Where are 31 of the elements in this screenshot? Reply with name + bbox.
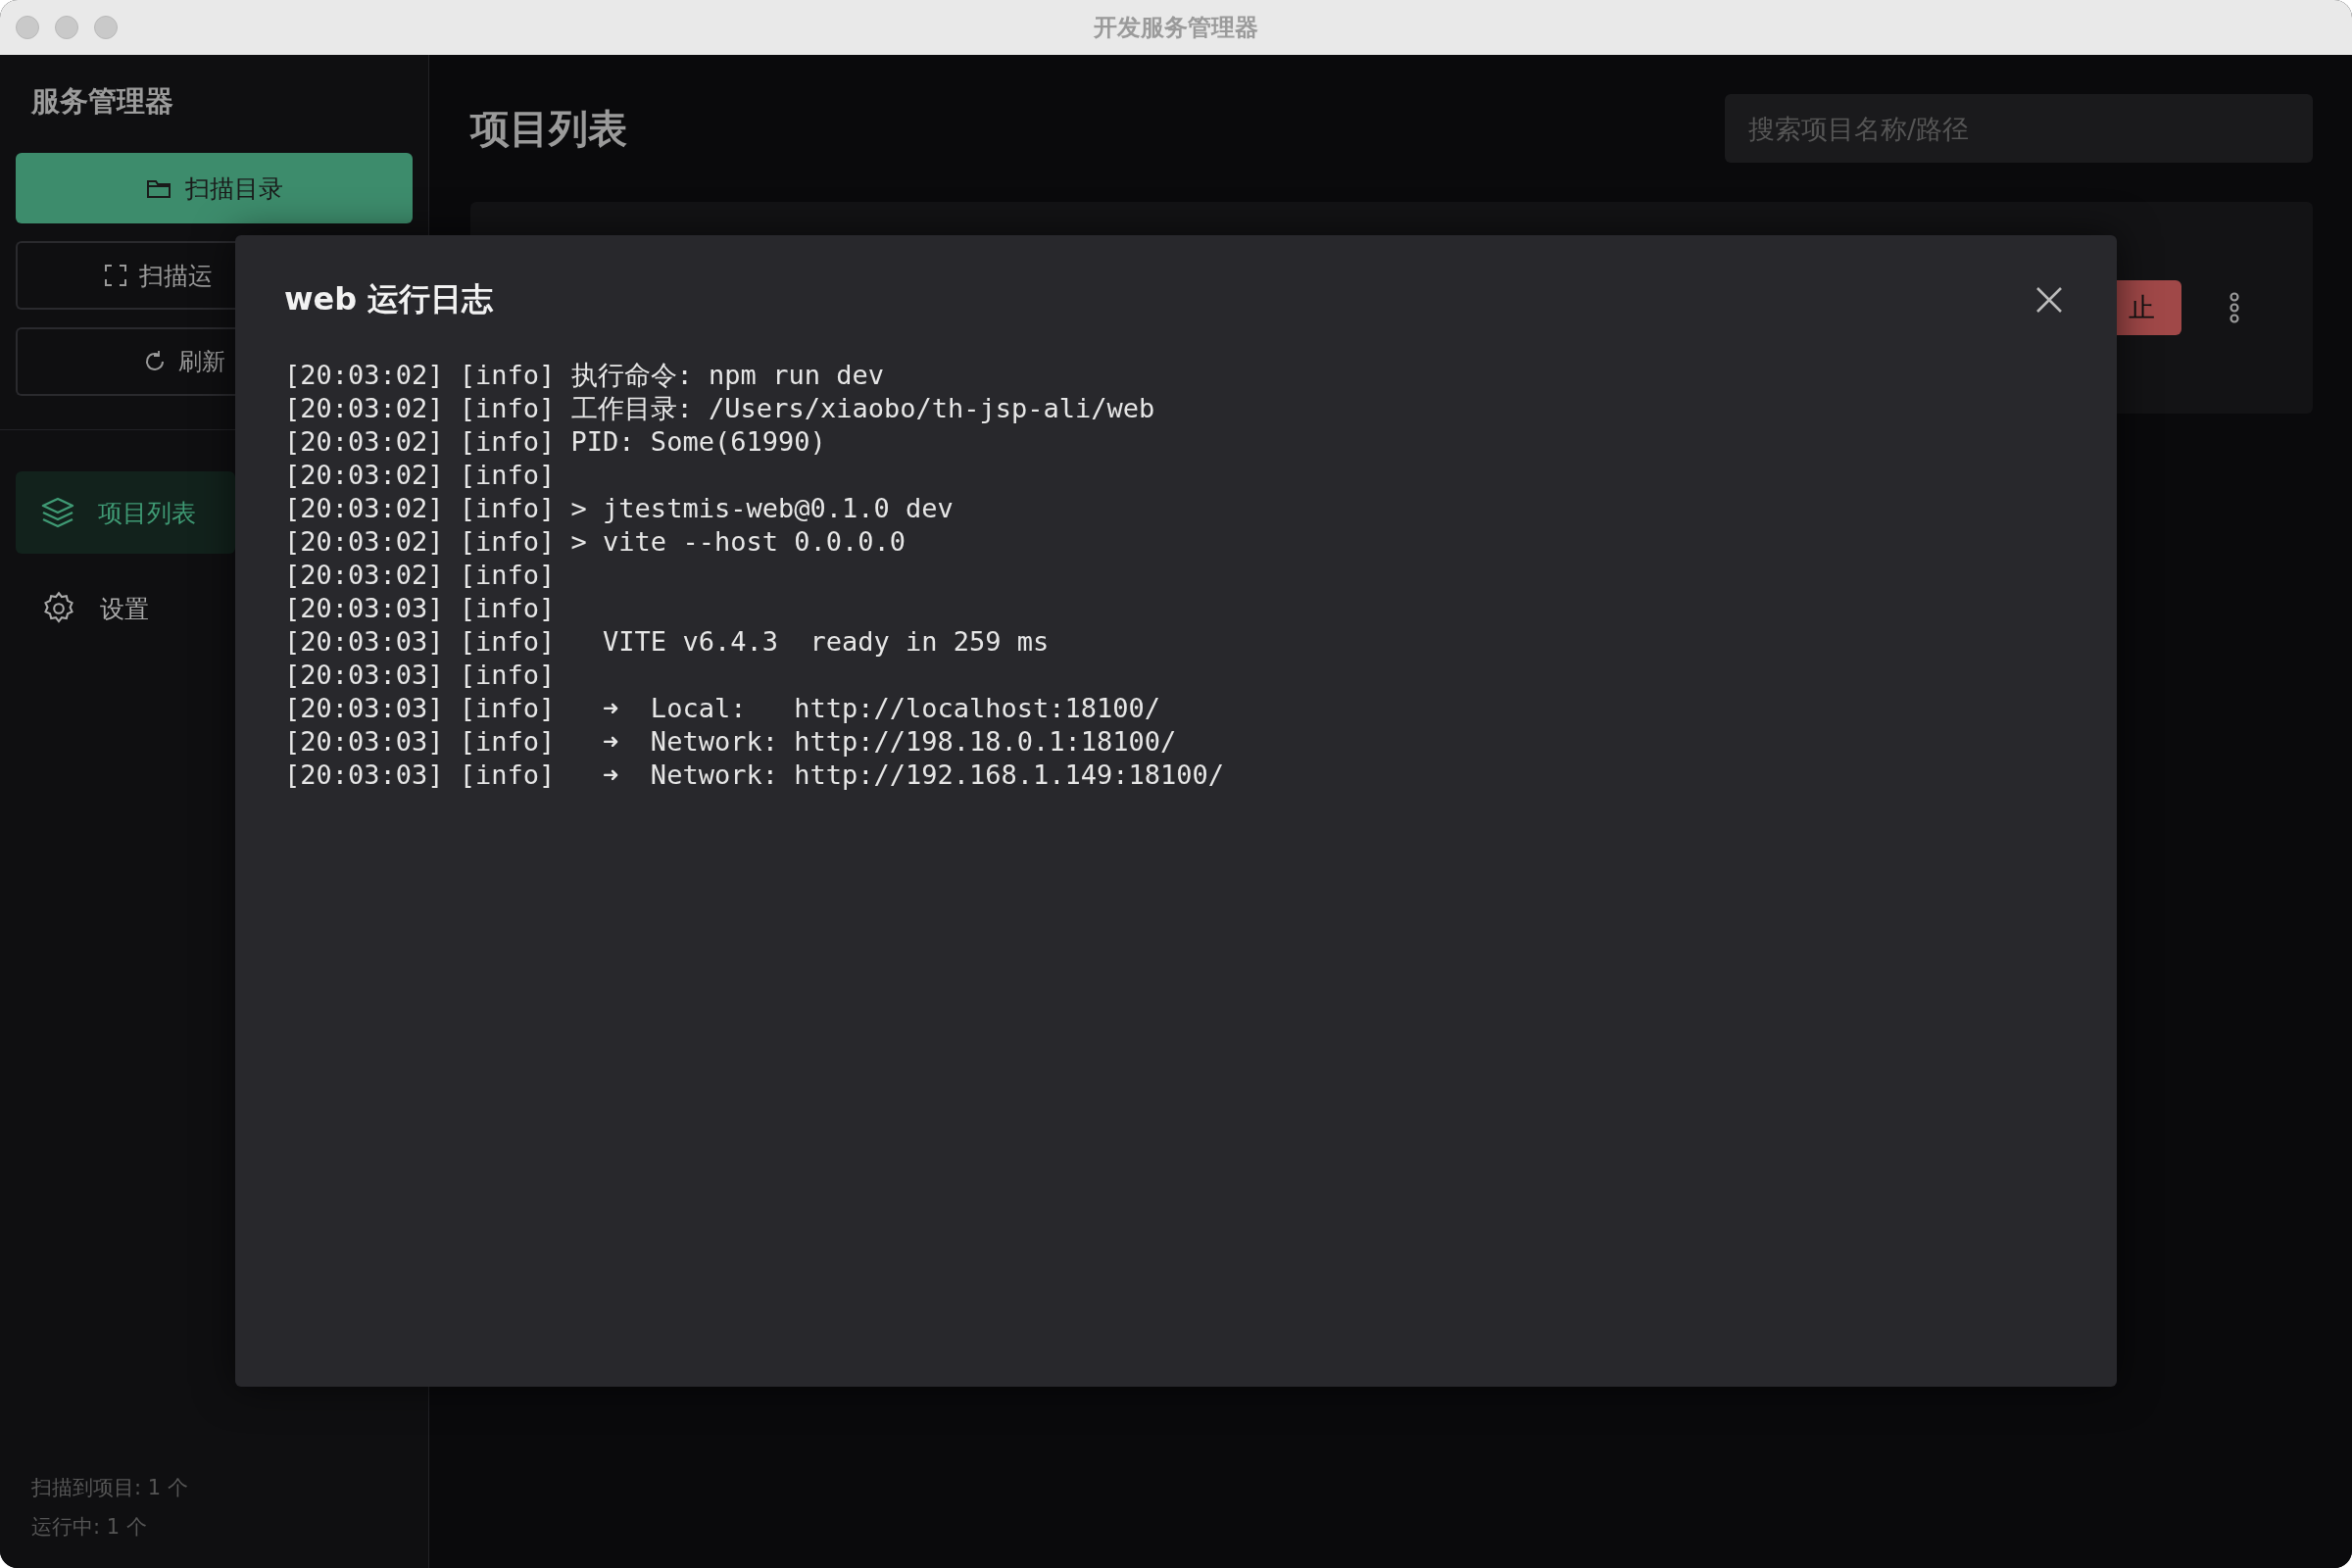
log-line: [20:03:02] [info]	[284, 559, 557, 592]
log-line: [20:03:02] [info]	[284, 459, 557, 492]
refresh-icon	[143, 350, 167, 373]
log-line: [20:03:02] [info] PID: Some(61990)	[284, 425, 827, 459]
more-icon[interactable]	[2229, 292, 2240, 323]
zoom-window-button[interactable]	[94, 16, 118, 39]
scan-icon	[104, 264, 127, 287]
log-line: [20:03:02] [info] > jtestmis-web@0.1.0 dev	[284, 492, 955, 525]
log-line: [20:03:03] [info] ➜ Network: http://198.18.0.1:18100/	[284, 725, 1178, 759]
close-window-button[interactable]	[16, 16, 39, 39]
search-field[interactable]: 搜索项目名称/路径	[1725, 94, 2313, 163]
log-line: [20:03:03] [info]	[284, 592, 557, 625]
app-title: 服务管理器	[30, 83, 174, 120]
log-line: [20:03:02] [info] 执行命令: npm run dev	[284, 359, 885, 392]
layers-icon	[41, 497, 74, 528]
page-title: 项目列表	[470, 104, 627, 153]
minimize-window-button[interactable]	[55, 16, 78, 39]
status-text: 运行中: 1 个	[31, 1514, 148, 1541]
log-line: [20:03:03] [info] ➜ Local: http://localhost:18100/	[284, 692, 1162, 725]
folder-icon	[145, 177, 172, 199]
log-line: [20:03:02] [info] > vite --host 0.0.0.0	[284, 525, 906, 559]
window-title: 开发服务管理器	[1094, 14, 1258, 41]
nav-item[interactable]: 项目列表	[16, 471, 235, 554]
log-line: [20:03:02] [info] 工作目录: /Users/xiaobo/th-jsp-ali/web	[284, 392, 1156, 425]
log-line: [20:03:03] [info] ➜ Network: http://192.168.1.149:18100/	[284, 759, 1226, 792]
log-line: [20:03:03] [info] VITE v6.4.3 ready in 259 ms	[284, 625, 1051, 659]
dialog-title: web 运行日志	[284, 279, 494, 319]
nav-item[interactable]: 设置	[16, 567, 235, 650]
scan-directory-button[interactable]: 扫描目录	[16, 153, 413, 223]
status-text: 扫描到项目: 1 个	[31, 1475, 189, 1501]
log-line: [20:03:03] [info]	[284, 659, 557, 692]
